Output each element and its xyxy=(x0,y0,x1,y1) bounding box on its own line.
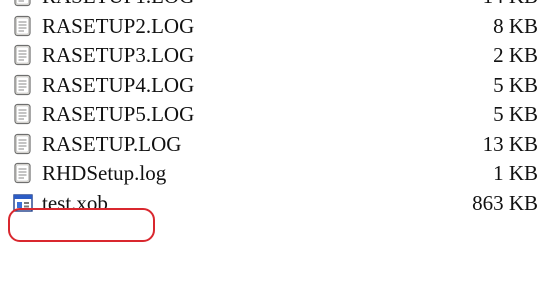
text-document-icon xyxy=(14,103,31,125)
file-row-rasetup2[interactable]: RASETUP2.LOG 8 KB xyxy=(0,10,550,40)
file-name: RASETUP5.LOG xyxy=(42,102,195,126)
file-row-rasetup4[interactable]: RASETUP4.LOG 5 KB xyxy=(0,69,550,99)
file-row-rasetup1[interactable]: RASETUP1.LOG 14 KB xyxy=(0,0,550,10)
file-name: RASETUP.LOG xyxy=(42,131,182,156)
file-size: 5 KB xyxy=(493,102,538,126)
text-document-icon xyxy=(14,162,31,184)
file-size: 1 KB xyxy=(493,161,538,185)
file-size: 13 KB xyxy=(482,131,538,156)
file-size: 5 KB xyxy=(493,72,538,97)
text-document-icon xyxy=(14,133,31,154)
file-name: RASETUP3.LOG xyxy=(42,43,195,67)
file-row-rasetup5[interactable]: RASETUP5.LOG 5 KB xyxy=(0,98,550,128)
text-document-icon xyxy=(14,0,31,7)
file-row-rasetup[interactable]: RASETUP.LOG 13 KB xyxy=(0,128,550,158)
file-row-rasetup3[interactable]: RASETUP3.LOG 2 KB xyxy=(0,39,550,69)
text-document-icon xyxy=(14,74,31,95)
file-name: test.xob xyxy=(42,190,108,215)
text-document-icon xyxy=(14,44,31,66)
file-row-rhdsetup[interactable]: RHDSetup.log 1 KB xyxy=(0,157,550,187)
file-size: 14 KB xyxy=(483,0,538,9)
file-row-test-xob[interactable]: test.xob 863 KB xyxy=(0,187,550,217)
file-name: RHDSetup.log xyxy=(42,161,167,185)
file-size: 863 KB xyxy=(472,190,538,215)
file-name: RASETUP4.LOG xyxy=(42,72,195,97)
text-document-icon xyxy=(14,15,31,36)
file-size: 8 KB xyxy=(493,13,538,38)
file-size: 2 KB xyxy=(493,43,538,67)
xob-file-icon xyxy=(13,193,33,212)
file-name: RASETUP1.LOG xyxy=(42,0,194,9)
file-list: RASETUP1.LOG 14 KB RASETUP2.LOG 8 KB RAS… xyxy=(0,0,550,216)
file-name: RASETUP2.LOG xyxy=(42,13,195,38)
